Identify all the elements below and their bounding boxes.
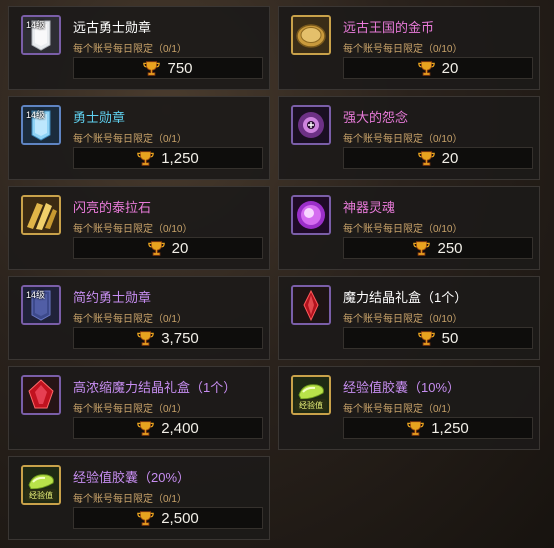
trophy-icon bbox=[137, 420, 155, 436]
item-purchase-limit: 每个账号每日限定（0/1） bbox=[343, 404, 457, 415]
item-name: 远古王国的金币 bbox=[343, 20, 435, 35]
item-name: 魔力结晶礼盒（1个） bbox=[343, 290, 468, 305]
exp-capsule-icon: 经验值 bbox=[21, 465, 61, 505]
item-name: 远古勇士勋章 bbox=[73, 20, 152, 35]
shop-item-card[interactable]: 14级 勇士勋章 每个账号每日限定（0/1） 1,250 bbox=[8, 96, 270, 180]
shop-item-card[interactable]: 魔力结晶礼盒（1个） 每个账号每日限定（0/10） 50 bbox=[278, 276, 540, 360]
item-purchase-limit: 每个账号每日限定（0/10） bbox=[343, 314, 463, 325]
tera-stone-icon bbox=[21, 195, 61, 235]
item-name: 经验值胶囊（20%） bbox=[73, 470, 191, 485]
item-name: 高浓缩魔力结晶礼盒（1个） bbox=[73, 380, 237, 395]
item-price-button[interactable]: 2,500 bbox=[73, 507, 263, 529]
item-purchase-limit: 每个账号每日限定（0/1） bbox=[73, 134, 187, 145]
item-price: 20 bbox=[441, 149, 459, 167]
shop-item-card[interactable]: 远古王国的金币 每个账号每日限定（0/10） 20 bbox=[278, 6, 540, 90]
item-price: 3,750 bbox=[161, 329, 199, 347]
item-purchase-limit: 每个账号每日限定（0/1） bbox=[73, 314, 187, 325]
item-price: 1,250 bbox=[161, 149, 199, 167]
artifact-soul-icon bbox=[291, 195, 331, 235]
dark-banner-icon: 14级 bbox=[21, 285, 61, 325]
trophy-icon bbox=[413, 240, 431, 256]
trophy-icon bbox=[137, 330, 155, 346]
item-price-button[interactable]: 750 bbox=[73, 57, 263, 79]
item-price: 2,400 bbox=[161, 419, 199, 437]
item-level-badge: 14级 bbox=[26, 20, 46, 30]
shop-item-card[interactable]: 14级 远古勇士勋章 每个账号每日限定（0/1） 750 bbox=[8, 6, 270, 90]
shop-grid: 14级 远古勇士勋章 每个账号每日限定（0/1） 750 远古王国的金币 每个账… bbox=[0, 0, 554, 548]
trophy-icon bbox=[417, 60, 435, 76]
shop-item-card[interactable]: 神器灵魂 每个账号每日限定（0/10） 250 bbox=[278, 186, 540, 270]
item-level-badge: 14级 bbox=[26, 290, 46, 300]
item-name: 勇士勋章 bbox=[73, 110, 126, 125]
big-red-crystal-icon bbox=[21, 375, 61, 415]
trophy-icon bbox=[407, 420, 425, 436]
item-price-button[interactable]: 50 bbox=[343, 327, 533, 349]
exp-label: 经验值 bbox=[299, 400, 323, 410]
item-name: 简约勇士勋章 bbox=[73, 290, 152, 305]
item-purchase-limit: 每个账号每日限定（0/10） bbox=[343, 44, 463, 55]
item-price-button[interactable]: 2,400 bbox=[73, 417, 263, 439]
item-price-button[interactable]: 1,250 bbox=[343, 417, 533, 439]
item-price: 1,250 bbox=[431, 419, 469, 437]
shop-item-card[interactable]: 强大的怨念 每个账号每日限定（0/10） 20 bbox=[278, 96, 540, 180]
item-purchase-limit: 每个账号每日限定（0/1） bbox=[73, 494, 187, 505]
dark-orb-icon bbox=[291, 105, 331, 145]
item-price: 250 bbox=[437, 239, 463, 257]
item-purchase-limit: 每个账号每日限定（0/10） bbox=[343, 134, 463, 145]
item-purchase-limit: 每个账号每日限定（0/1） bbox=[73, 44, 187, 55]
item-purchase-limit: 每个账号每日限定（0/10） bbox=[343, 224, 463, 235]
trophy-icon bbox=[417, 330, 435, 346]
trophy-icon bbox=[143, 60, 161, 76]
shop-item-card[interactable]: 经验值 经验值胶囊（20%） 每个账号每日限定（0/1） 2,500 bbox=[8, 456, 270, 540]
gold-coin-icon bbox=[291, 15, 331, 55]
item-price-button[interactable]: 3,750 bbox=[73, 327, 263, 349]
trophy-icon bbox=[417, 150, 435, 166]
item-purchase-limit: 每个账号每日限定（0/1） bbox=[73, 404, 187, 415]
item-price-button[interactable]: 20 bbox=[343, 147, 533, 169]
item-price-button[interactable]: 250 bbox=[343, 237, 533, 259]
item-price-button[interactable]: 20 bbox=[343, 57, 533, 79]
blue-banner-icon: 14级 bbox=[21, 105, 61, 145]
shop-item-card[interactable]: 高浓缩魔力结晶礼盒（1个） 每个账号每日限定（0/1） 2,400 bbox=[8, 366, 270, 450]
item-price-button[interactable]: 1,250 bbox=[73, 147, 263, 169]
shop-item-card[interactable]: 14级 简约勇士勋章 每个账号每日限定（0/1） 3,750 bbox=[8, 276, 270, 360]
item-price: 750 bbox=[167, 59, 193, 77]
item-name: 闪亮的泰拉石 bbox=[73, 200, 152, 215]
red-crystal-icon bbox=[291, 285, 331, 325]
item-name: 神器灵魂 bbox=[343, 200, 396, 215]
exp-capsule-icon: 经验值 bbox=[291, 375, 331, 415]
item-name: 强大的怨念 bbox=[343, 110, 409, 125]
trophy-icon bbox=[137, 150, 155, 166]
item-price: 20 bbox=[441, 59, 459, 77]
item-purchase-limit: 每个账号每日限定（0/10） bbox=[73, 224, 193, 235]
exp-label: 经验值 bbox=[29, 490, 53, 500]
item-price: 2,500 bbox=[161, 509, 199, 527]
item-price: 20 bbox=[171, 239, 189, 257]
item-level-badge: 14级 bbox=[26, 110, 46, 120]
silver-banner-icon: 14级 bbox=[21, 15, 61, 55]
item-price: 50 bbox=[441, 329, 459, 347]
shop-item-card[interactable]: 经验值 经验值胶囊（10%） 每个账号每日限定（0/1） 1,250 bbox=[278, 366, 540, 450]
shop-item-card[interactable]: 闪亮的泰拉石 每个账号每日限定（0/10） 20 bbox=[8, 186, 270, 270]
item-price-button[interactable]: 20 bbox=[73, 237, 263, 259]
item-name: 经验值胶囊（10%） bbox=[343, 380, 461, 395]
trophy-icon bbox=[137, 510, 155, 526]
trophy-icon bbox=[147, 240, 165, 256]
